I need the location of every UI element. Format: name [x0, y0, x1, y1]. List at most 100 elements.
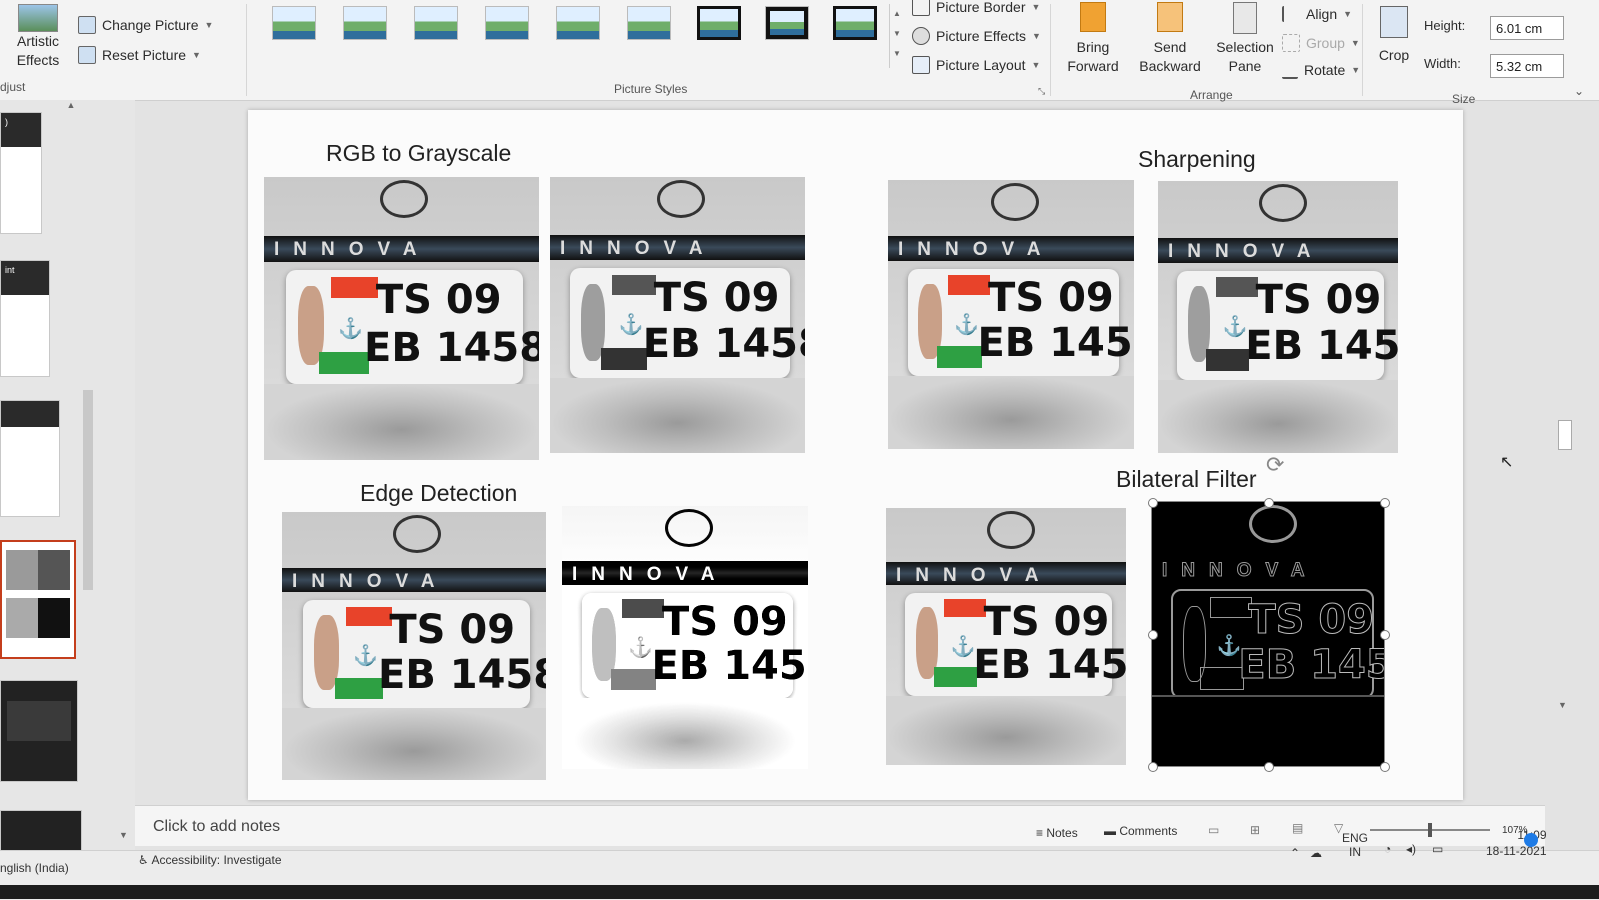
selection-handle[interactable] [1264, 762, 1274, 772]
car-bumper [562, 697, 808, 769]
wifi-icon[interactable]: ◔ [1384, 842, 1391, 856]
flag-stripe [947, 275, 991, 295]
chevron-down-icon: ▼ [1350, 38, 1360, 48]
group-button[interactable]: Group ▼ [1282, 34, 1360, 52]
slide-canvas[interactable]: RGB to Grayscale Sharpening Edge Detecti… [248, 110, 1463, 800]
picture-style-4[interactable] [485, 6, 529, 40]
chakra-icon: ⚓ [1222, 316, 1248, 339]
image-edge-result[interactable]: INNOVA ⚓ TS 09EB 1458 [562, 506, 808, 769]
notification-icon[interactable] [1524, 833, 1538, 847]
picture-style-6[interactable] [627, 6, 671, 40]
accessibility-status[interactable]: ♿︎ Accessibility: Investigate [138, 853, 282, 867]
input-language-top: ENG [1342, 831, 1369, 845]
slide-thumbnail-preview [6, 598, 70, 638]
thumbnail-scrollbar[interactable]: ▲ ▼ [63, 100, 128, 840]
chevron-up-icon[interactable]: ⌃ [1290, 846, 1300, 860]
slide-sorter-icon[interactable]: ⊞ [1250, 823, 1260, 837]
width-input[interactable]: 5.32 cm [1490, 54, 1564, 78]
car-photo: INNOVA ⚓ TS 09EB 1458 [550, 177, 805, 453]
car-photo: INNOVA ⚓ TS 09EB 1458 [888, 180, 1134, 449]
clock[interactable]: 11:09 18-11-2021 [1486, 827, 1547, 859]
arrange-group-label: Arrange [1190, 88, 1233, 102]
notes-toggle-label: Notes [1046, 826, 1078, 840]
chakra-icon: ⚓ [618, 314, 644, 337]
input-language[interactable]: ENG IN [1342, 831, 1368, 859]
selection-handle[interactable] [1148, 630, 1158, 640]
selection-handle[interactable] [1380, 630, 1390, 640]
volume-icon[interactable]: ◂) [1406, 842, 1416, 856]
scroll-down-icon[interactable]: ▼ [1558, 700, 1567, 710]
gallery-scroll[interactable]: ▲ ▼ ▼ [889, 4, 904, 68]
bring-forward-button[interactable]: Bring Forward [1060, 2, 1126, 76]
car-photo: INNOVA ⚓ TS 09EB 1458 [562, 506, 808, 769]
normal-view-icon[interactable]: ▭ [1208, 823, 1219, 837]
plate-line-1: TS 09 [662, 599, 788, 646]
align-icon [1282, 6, 1300, 22]
chevron-down-icon: ▼ [1032, 31, 1041, 41]
car-bumper [1152, 694, 1384, 766]
image-rgb-original[interactable]: INNOVA ⚓ TS 09 EB 1458 [264, 177, 539, 460]
rotate-button[interactable]: Rotate ▼ [1282, 61, 1360, 79]
align-button[interactable]: Align ▼ [1282, 6, 1352, 22]
image-sharpen-original[interactable]: INNOVA ⚓ TS 09EB 1458 [888, 180, 1134, 449]
selection-handle[interactable] [1380, 498, 1390, 508]
battery-icon[interactable]: ▭ [1432, 842, 1443, 856]
gallery-more-icon[interactable]: ▼ [890, 44, 904, 64]
comments-button[interactable]: ▬ Comments [1104, 824, 1177, 838]
language-status[interactable]: nglish (India) [0, 861, 69, 875]
network-icon[interactable]: ☁ [1310, 846, 1322, 860]
height-input[interactable]: 6.01 cm [1490, 16, 1564, 40]
artistic-effects-button[interactable]: Artistic Effects [8, 4, 68, 70]
slide-thumbnail-1[interactable]: ) [0, 112, 42, 234]
scroll-thumb[interactable] [1558, 420, 1572, 450]
reset-picture-button[interactable]: Reset Picture ▼ [78, 46, 201, 64]
dialog-launcher-icon[interactable]: ⤡ [1038, 86, 1045, 97]
selection-handle[interactable] [1264, 498, 1274, 508]
slide-thumbnail-2[interactable]: int [0, 260, 50, 377]
chakra-icon: ⚓ [954, 313, 980, 336]
collapse-ribbon-icon[interactable]: ⌄ [1574, 84, 1584, 98]
slide-scrollbar[interactable]: ▼ [1558, 100, 1572, 800]
comments-label: Comments [1119, 824, 1178, 838]
scroll-up-icon[interactable]: ▲ [63, 100, 79, 110]
clock-date: 18-11-2021 [1486, 844, 1547, 858]
selection-handle[interactable] [1380, 762, 1390, 772]
scroll-down-icon[interactable]: ▼ [119, 830, 128, 840]
zoom-slider-knob[interactable] [1428, 823, 1432, 837]
separator [1050, 4, 1051, 96]
picture-style-3[interactable] [414, 6, 458, 40]
selection-pane-button[interactable]: Selection Pane [1212, 2, 1278, 76]
slide-thumbnail-3[interactable] [0, 400, 60, 517]
image-rgb-grayscale[interactable]: INNOVA ⚓ TS 09EB 1458 [550, 177, 805, 453]
plate-line-2: EB 1458 [378, 651, 546, 698]
gallery-down-icon[interactable]: ▼ [890, 24, 904, 44]
send-backward-button[interactable]: Send Backward [1134, 2, 1206, 76]
picture-style-9[interactable] [833, 6, 877, 40]
image-sharpen-result[interactable]: INNOVA ⚓ TS 09EB 1458 [1158, 181, 1398, 453]
selection-handle[interactable] [1148, 762, 1158, 772]
picture-style-1[interactable] [272, 6, 316, 40]
image-edge-original[interactable]: INNOVA ⚓ TS 09 EB 1458 [282, 512, 546, 780]
notes-toggle-button[interactable]: ≡ Notes [1036, 826, 1078, 840]
change-picture-button[interactable]: Change Picture ▼ [78, 16, 213, 34]
scroll-thumb[interactable] [83, 390, 93, 590]
picture-style-5[interactable] [556, 6, 600, 40]
gallery-up-icon[interactable]: ▲ [890, 4, 904, 24]
accessibility-icon: ♿︎ [138, 853, 152, 867]
picture-effects-button[interactable]: Picture Effects ▼ [912, 27, 1041, 45]
flag-stripe [944, 598, 986, 618]
reading-view-icon[interactable]: ▤ [1292, 821, 1303, 835]
picture-layout-button[interactable]: Picture Layout ▼ [912, 56, 1040, 74]
picture-style-7[interactable] [697, 6, 741, 40]
picture-border-button[interactable]: Picture Border ▼ [912, 0, 1040, 16]
chakra-icon: ⚓ [353, 645, 378, 668]
image-bilateral-result[interactable]: INNOVA ⚓ TS 09EB 1458 [1151, 501, 1385, 767]
picture-style-2[interactable] [343, 6, 387, 40]
notes-placeholder[interactable]: Click to add notes [153, 818, 280, 836]
flag-stripe [612, 274, 656, 295]
image-bilateral-original[interactable]: INNOVA ⚓ TS 09EB 1458 [886, 508, 1126, 765]
selection-handle[interactable] [1148, 498, 1158, 508]
rotate-handle-icon[interactable]: ⟳ [1266, 452, 1284, 478]
picture-style-8[interactable] [765, 6, 809, 40]
crop-button[interactable]: Crop [1372, 6, 1416, 65]
